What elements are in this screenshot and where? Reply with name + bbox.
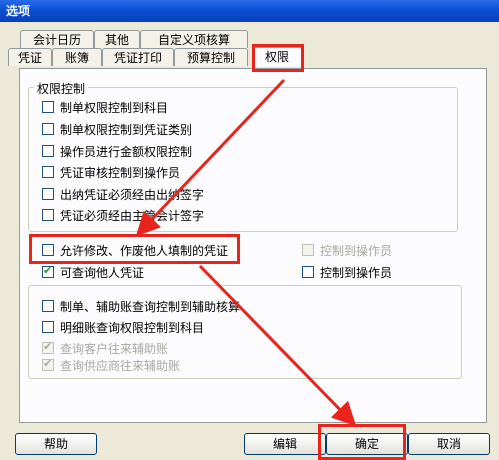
option-label: 操作员进行金额权限控制 — [60, 144, 193, 159]
option-allow-modify-others[interactable]: 允许修改、作废他人填制的凭证 — [42, 242, 228, 258]
option-label: 可查询他人凭证 — [60, 265, 145, 280]
checkbox[interactable] — [42, 188, 54, 200]
checkbox[interactable] — [42, 101, 54, 113]
option-label: 允许修改、作废他人填制的凭证 — [60, 243, 229, 258]
checkbox[interactable] — [302, 266, 314, 278]
checkbox[interactable] — [42, 166, 54, 178]
tab-ledger[interactable]: 账簿 — [52, 48, 102, 66]
checkbox[interactable] — [42, 321, 54, 333]
option-label: 凭证必须经由主管会计签字 — [60, 208, 205, 223]
option-label: 控制到操作员 — [320, 265, 393, 280]
checkbox[interactable] — [42, 300, 54, 312]
cancel-button[interactable]: 取消 — [408, 433, 490, 455]
option-audit-to-operator[interactable]: 凭证审核控制到操作员 — [42, 164, 180, 180]
option-query-supplier-aux: 查询供应商往来辅助账 — [42, 357, 180, 373]
option-operator-amount-control[interactable]: 操作员进行金额权限控制 — [42, 143, 192, 159]
tab-other[interactable]: 其他 — [94, 30, 140, 48]
checkbox — [42, 357, 54, 371]
option-control-to-operator-disabled: 控制到操作员 — [302, 242, 392, 258]
option-view-others-vouchers[interactable]: 可查询他人凭证 — [42, 264, 144, 280]
edit-button[interactable]: 编辑 — [244, 433, 326, 455]
checkbox — [302, 244, 314, 256]
option-label: 制单权限控制到科目 — [60, 100, 169, 115]
option-label: 出纳凭证必须经由出纳签字 — [60, 187, 205, 202]
window-title: 选项 — [6, 4, 31, 18]
option-label: 查询供应商往来辅助账 — [60, 358, 181, 373]
checkbox[interactable] — [42, 264, 54, 278]
option-label: 制单、辅助账查询控制到辅助核算 — [60, 299, 241, 314]
checkbox[interactable] — [42, 209, 54, 221]
option-label: 制单权限控制到凭证类别 — [60, 122, 193, 137]
tab-permissions[interactable]: 权限 — [252, 46, 302, 67]
option-control-to-operator[interactable]: 控制到操作员 — [302, 264, 392, 280]
option-query-to-aux-accounting[interactable]: 制单、辅助账查询控制到辅助核算 — [42, 298, 240, 314]
checkbox[interactable] — [42, 244, 54, 256]
option-query-customer-aux: 查询客户往来辅助账 — [42, 340, 168, 356]
option-label: 查询客户往来辅助账 — [60, 341, 169, 356]
option-detail-ledger-to-account[interactable]: 明细账查询权限控制到科目 — [42, 319, 204, 335]
option-voucher-perm-to-type[interactable]: 制单权限控制到凭证类别 — [42, 121, 192, 137]
checkbox[interactable] — [42, 123, 54, 135]
option-voucher-perm-to-account[interactable]: 制单权限控制到科目 — [42, 99, 168, 115]
checkbox — [42, 340, 54, 354]
tab-budget-control[interactable]: 预算控制 — [174, 48, 248, 66]
ok-button[interactable]: 确定 — [326, 433, 408, 455]
tab-custom-item-accounting[interactable]: 自定义项核算 — [140, 30, 248, 48]
option-label: 凭证审核控制到操作员 — [60, 165, 181, 180]
option-supervisor-signature[interactable]: 凭证必须经由主管会计签字 — [42, 207, 204, 223]
tab-accounting-calendar[interactable]: 会计日历 — [20, 30, 94, 48]
tab-voucher[interactable]: 凭证 — [8, 48, 52, 66]
option-cashier-signature[interactable]: 出纳凭证必须经由出纳签字 — [42, 186, 204, 202]
permission-group-legend: 权限控制 — [34, 80, 89, 97]
title-bar: 选项 — [0, 0, 499, 22]
checkbox[interactable] — [42, 145, 54, 157]
option-label: 明细账查询权限控制到科目 — [60, 320, 205, 335]
option-label: 控制到操作员 — [320, 243, 393, 258]
tab-voucher-print[interactable]: 凭证打印 — [102, 48, 174, 66]
help-button[interactable]: 帮助 — [15, 433, 97, 455]
